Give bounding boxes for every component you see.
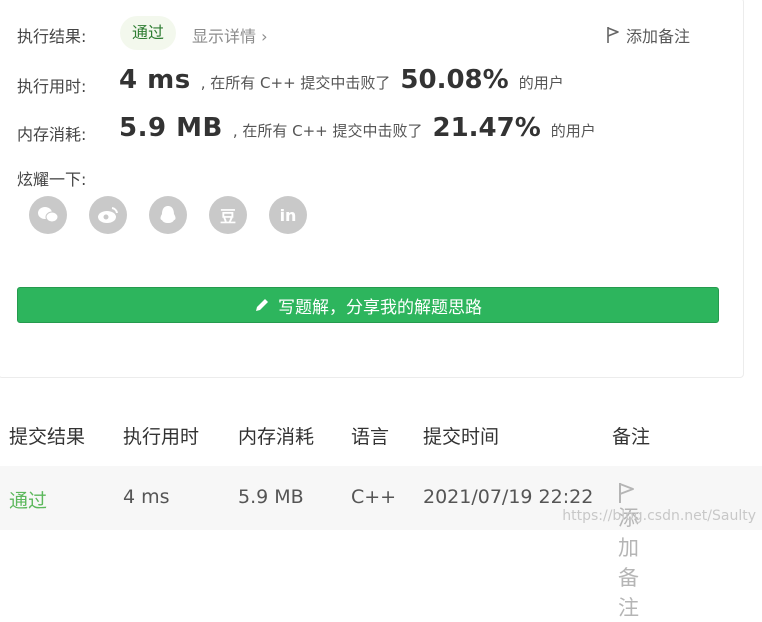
- share-icons: 豆 in: [29, 196, 307, 234]
- add-note-button[interactable]: 添加备注: [606, 23, 690, 47]
- memory-tail: 的用户: [551, 120, 596, 141]
- runtime-tail: 的用户: [519, 72, 564, 93]
- row-time: 2021/07/19 22:22: [423, 486, 593, 508]
- runtime-mid-text: , 在所有 C++ 提交中击败了: [201, 72, 391, 93]
- header-result: 提交结果: [9, 422, 85, 449]
- header-runtime: 执行用时: [123, 422, 199, 449]
- memory-label: 内存消耗:: [17, 121, 86, 145]
- weibo-icon[interactable]: [89, 196, 127, 234]
- add-note-label: 添加备注: [626, 23, 690, 47]
- status-badge: 通过: [120, 16, 176, 50]
- result-label: 执行结果:: [17, 23, 86, 47]
- row-result-link[interactable]: 通过: [9, 486, 47, 513]
- watermark: https://blog.csdn.net/Saulty: [562, 508, 756, 524]
- memory-stat: 5.9 MB , 在所有 C++ 提交中击败了 21.47% 的用户: [119, 113, 596, 143]
- write-solution-button[interactable]: 写题解，分享我的解题思路: [17, 287, 719, 323]
- row-add-note-button[interactable]: 添加备注: [618, 482, 636, 504]
- linkedin-icon[interactable]: in: [269, 196, 307, 234]
- header-language: 语言: [351, 422, 389, 449]
- flag-icon: [618, 482, 636, 504]
- header-memory: 内存消耗: [238, 422, 314, 449]
- share-label: 炫耀一下:: [17, 166, 86, 190]
- memory-value: 5.9 MB: [119, 113, 223, 143]
- header-note: 备注: [612, 422, 650, 449]
- flag-icon: [606, 26, 620, 44]
- header-time: 提交时间: [423, 422, 499, 449]
- douban-icon[interactable]: 豆: [209, 196, 247, 234]
- submission-result-card: 执行结果: 通过 显示详情 › 添加备注 执行用时: 4 ms , 在所有 C+…: [0, 0, 744, 378]
- write-solution-label: 写题解，分享我的解题思路: [278, 293, 482, 318]
- row-memory: 5.9 MB: [238, 486, 304, 508]
- submissions-table-header: 提交结果 执行用时 内存消耗 语言 提交时间 备注: [0, 412, 762, 456]
- memory-percent: 21.47%: [433, 113, 541, 143]
- pencil-icon: [254, 297, 270, 313]
- row-language: C++: [351, 486, 396, 508]
- runtime-value: 4 ms: [119, 65, 191, 95]
- runtime-percent: 50.08%: [400, 65, 508, 95]
- wechat-icon[interactable]: [29, 196, 67, 234]
- runtime-stat: 4 ms , 在所有 C++ 提交中击败了 50.08% 的用户: [119, 65, 564, 95]
- qq-icon[interactable]: [149, 196, 187, 234]
- row-runtime: 4 ms: [123, 486, 170, 508]
- show-details-link[interactable]: 显示详情 ›: [192, 23, 268, 47]
- memory-mid-text: , 在所有 C++ 提交中击败了: [233, 120, 423, 141]
- runtime-label: 执行用时:: [17, 73, 86, 97]
